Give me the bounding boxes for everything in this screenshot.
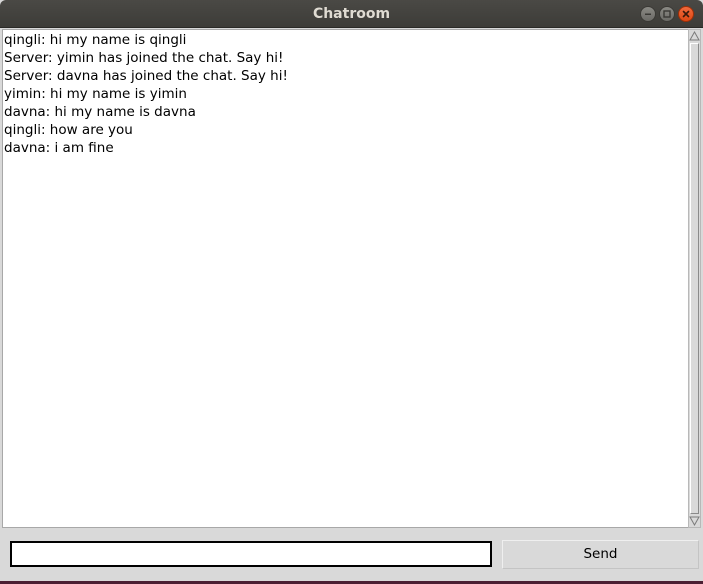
minimize-button[interactable] bbox=[640, 6, 656, 22]
send-button[interactable]: Send bbox=[502, 540, 699, 569]
close-icon bbox=[682, 10, 690, 18]
title-bar[interactable]: Chatroom bbox=[0, 0, 703, 28]
close-button[interactable] bbox=[678, 6, 694, 22]
scroll-up-icon[interactable] bbox=[689, 30, 700, 42]
chatroom-window: Chatroom qingli: hi my name is qingli Se… bbox=[0, 0, 703, 584]
chat-message: davna: i am fine bbox=[4, 140, 114, 156]
chat-message: Server: yimin has joined the chat. Say h… bbox=[4, 50, 284, 66]
maximize-icon bbox=[663, 10, 671, 18]
message-list: qingli: hi my name is qingli Server: yim… bbox=[3, 30, 688, 157]
scroll-down-icon[interactable] bbox=[689, 515, 700, 527]
chat-scrollbar[interactable] bbox=[688, 29, 701, 528]
maximize-button[interactable] bbox=[659, 6, 675, 22]
chat-message: qingli: hi my name is qingli bbox=[4, 32, 187, 48]
chat-message: yimin: hi my name is yimin bbox=[4, 86, 187, 102]
window-title: Chatroom bbox=[312, 6, 391, 22]
message-input[interactable] bbox=[10, 541, 492, 567]
minimize-icon bbox=[645, 13, 651, 15]
scrollbar-thumb[interactable] bbox=[690, 43, 699, 514]
chat-message: Server: davna has joined the chat. Say h… bbox=[4, 68, 288, 84]
chat-log[interactable]: qingli: hi my name is qingli Server: yim… bbox=[2, 29, 689, 528]
chat-message: qingli: how are you bbox=[4, 122, 133, 138]
chat-message: davna: hi my name is davna bbox=[4, 104, 196, 120]
